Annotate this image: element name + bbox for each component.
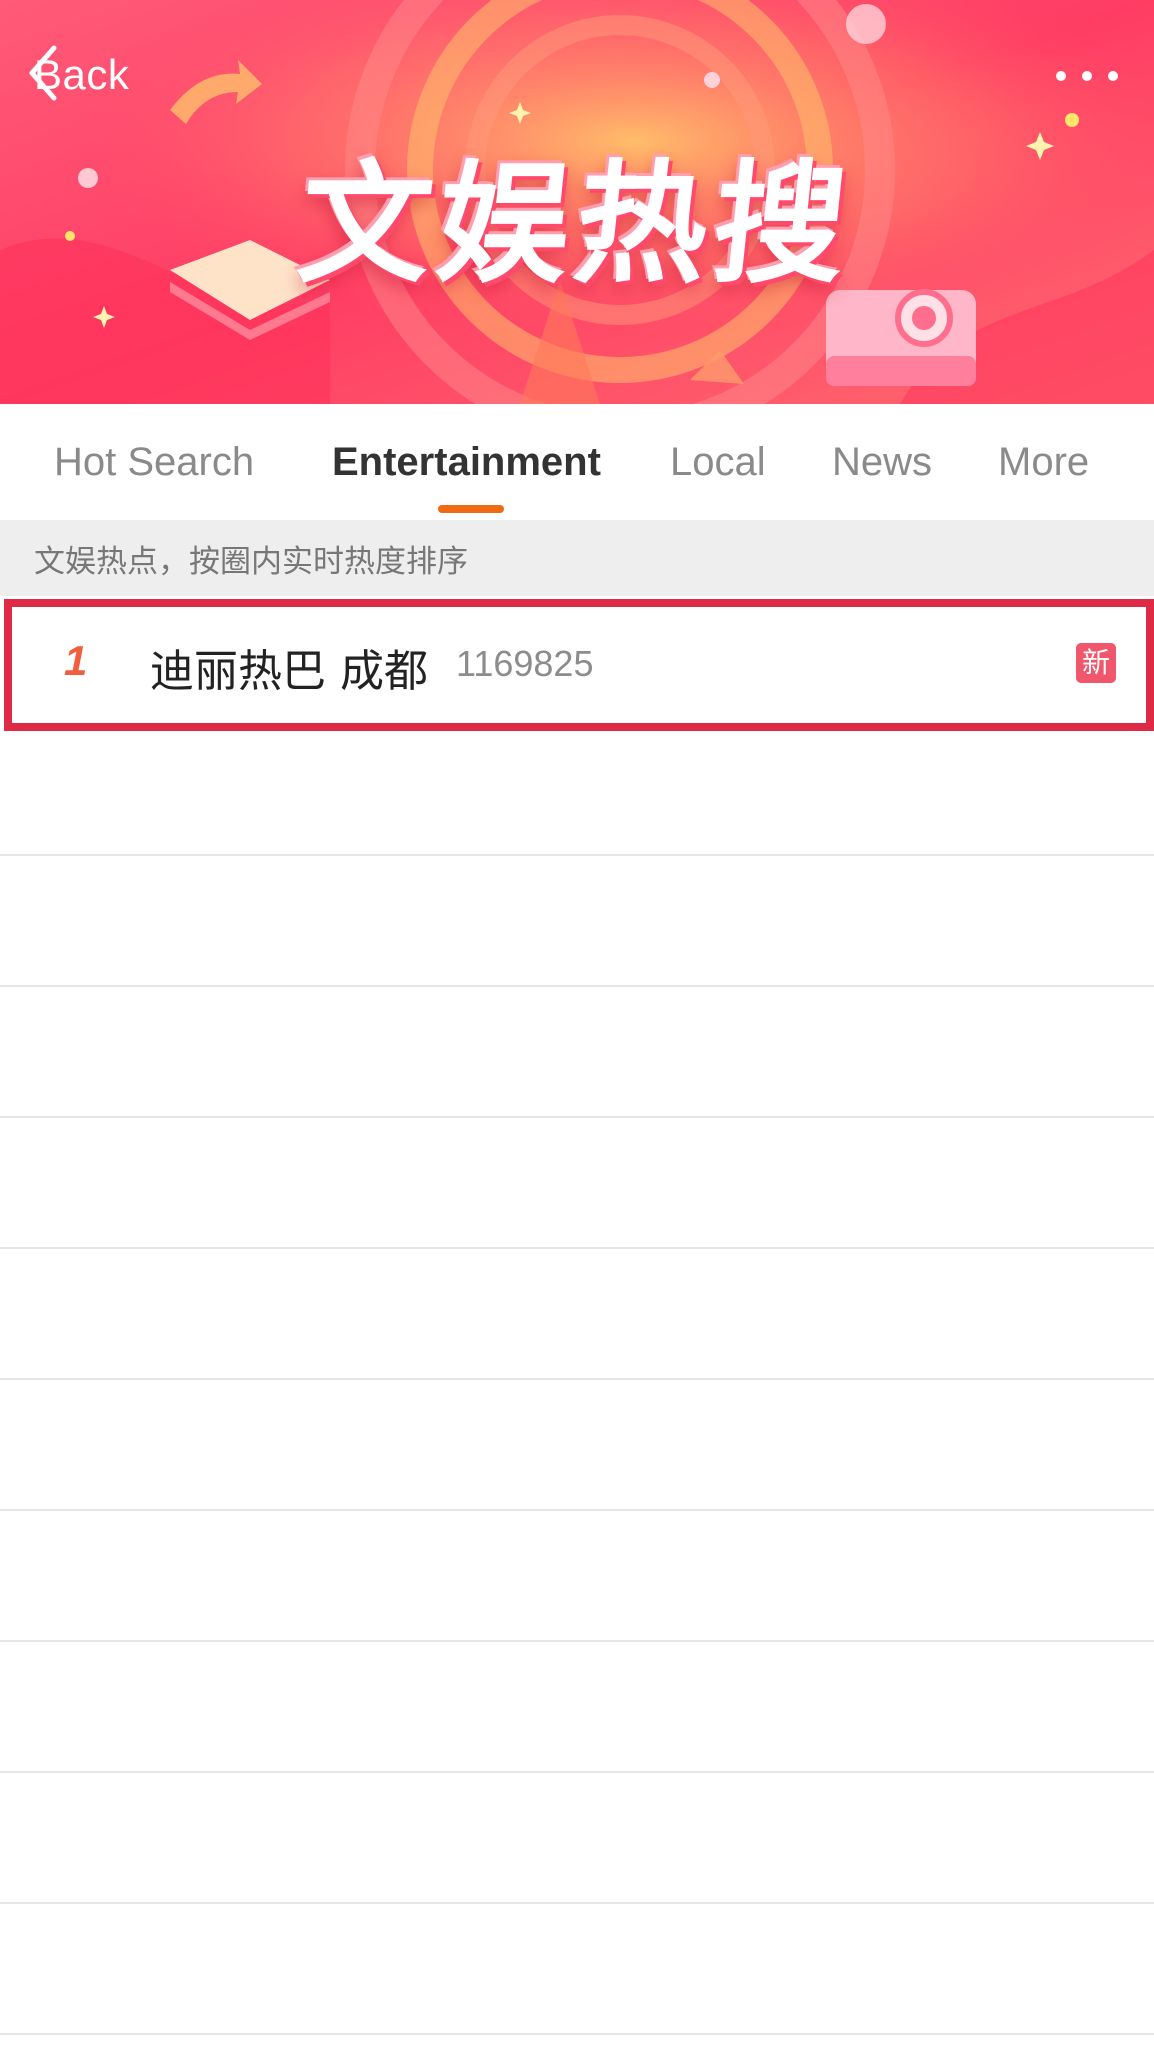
heat-count: 1169825 (456, 643, 594, 684)
list-item (0, 1771, 1154, 1904)
page: Back 文娱热搜 Hot Search Entertainment Local… (0, 0, 1154, 2048)
tab-entertainment[interactable]: Entertainment (332, 440, 601, 485)
header-banner: Back 文娱热搜 (0, 0, 1154, 404)
list-item (0, 854, 1154, 987)
list-description: 文娱热点，按圈内实时热度排序 (0, 520, 1154, 596)
tab-local[interactable]: Local (670, 440, 766, 485)
banner-title: 文娱热搜 (291, 148, 860, 302)
list-item (0, 723, 1154, 856)
planet-icon (846, 4, 886, 44)
list-item (0, 1116, 1154, 1249)
trending-topic-title: 迪丽热巴 成都 (150, 646, 428, 697)
back-button[interactable]: Back (26, 44, 129, 106)
ellipsis-icon (1056, 71, 1066, 81)
more-options-button[interactable] (1056, 56, 1118, 96)
list-item (0, 1378, 1154, 1511)
chevron-left-icon (29, 45, 57, 101)
trending-item-highlighted[interactable]: 1 迪丽热巴 成都 1169825 新 (4, 599, 1154, 731)
list-item (0, 1247, 1154, 1380)
active-tab-indicator (438, 505, 504, 513)
list-description-text: 文娱热点，按圈内实时热度排序 (34, 543, 468, 580)
tab-bar: Hot Search Entertainment Local News More (0, 404, 1154, 520)
rank-number: 1 (64, 637, 88, 684)
list-item (0, 1640, 1154, 1773)
list-item (0, 1509, 1154, 1642)
list-item (0, 1902, 1154, 2035)
tab-more[interactable]: More (998, 440, 1089, 485)
tab-news[interactable]: News (832, 440, 932, 485)
tab-hot-search[interactable]: Hot Search (54, 440, 254, 485)
list-item (0, 985, 1154, 1118)
new-badge: 新 (1076, 643, 1116, 683)
